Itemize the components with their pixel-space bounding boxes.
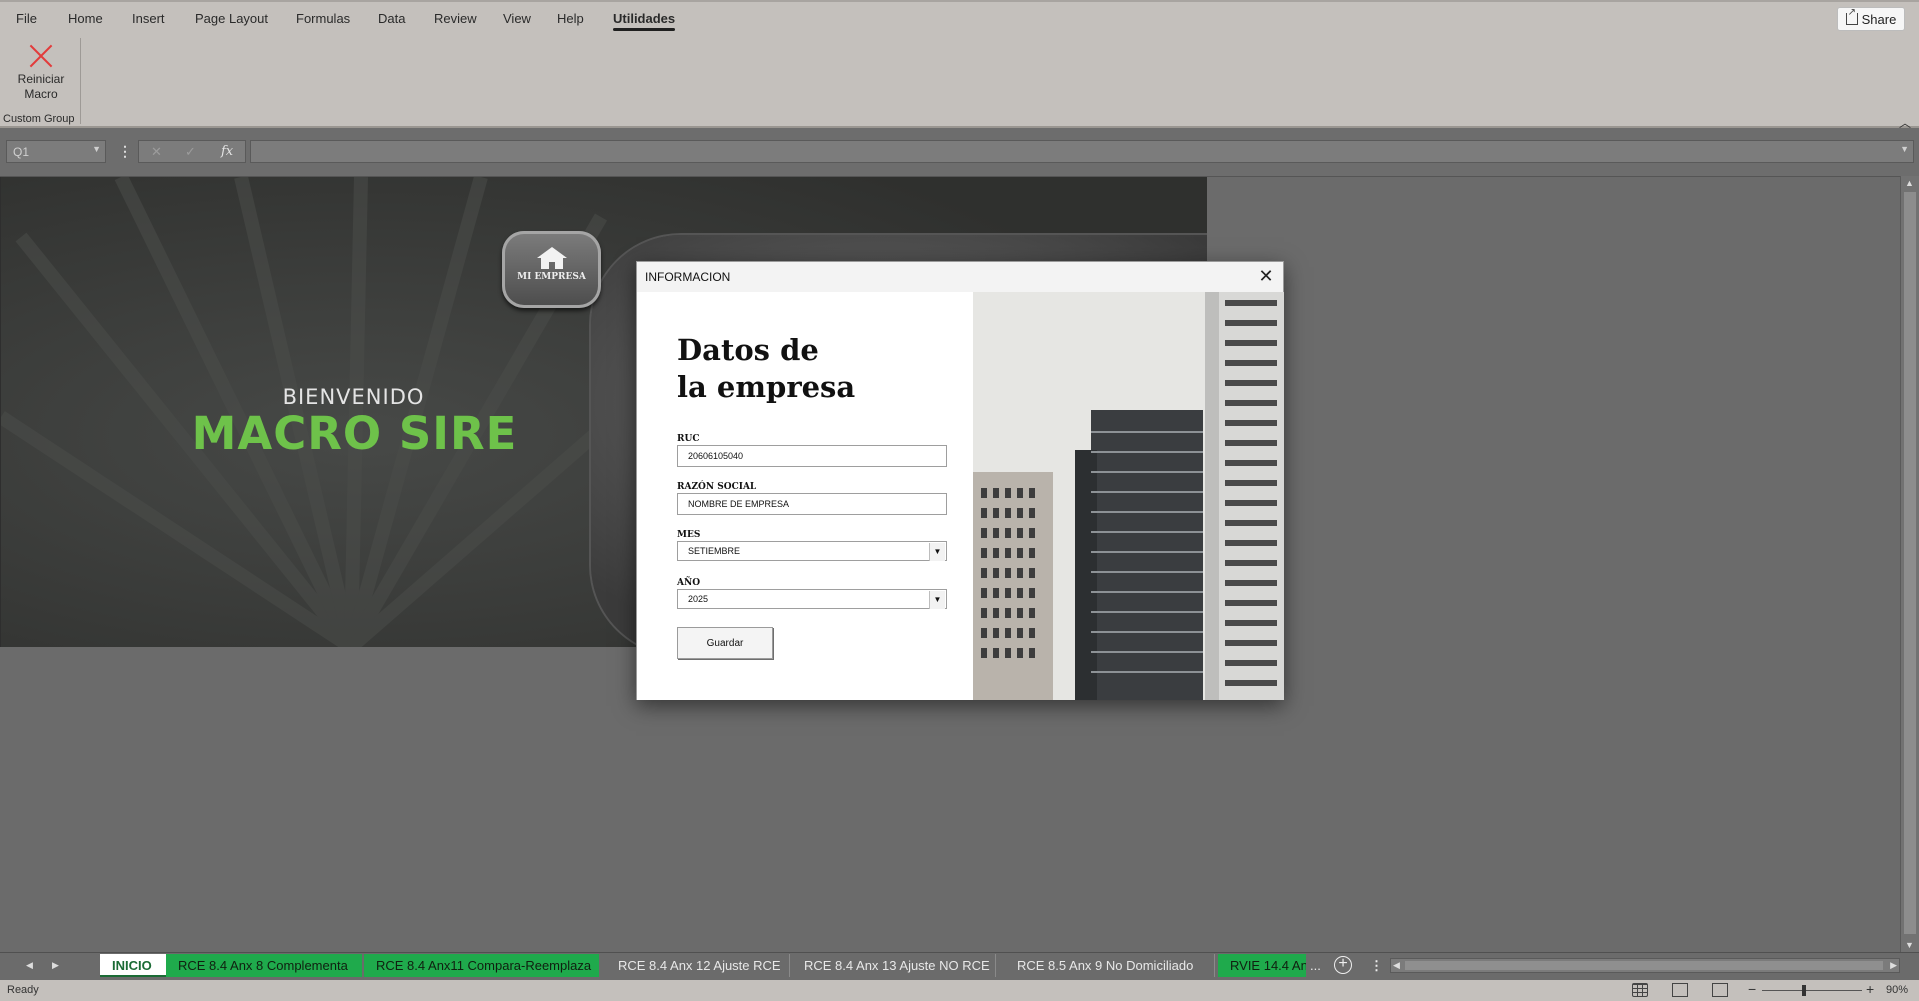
dialog-title: INFORMACION <box>645 270 731 284</box>
zoom-slider-thumb[interactable] <box>1802 985 1806 996</box>
page-break-view-icon[interactable] <box>1712 983 1728 997</box>
sheet-tab-rce-anx8[interactable]: RCE 8.4 Anx 8 Complementa <box>166 954 362 977</box>
dialog-titlebar[interactable]: INFORMACION ✕ <box>637 262 1283 292</box>
tab-review[interactable]: Review <box>434 11 477 26</box>
anio-label: AÑO <box>677 578 701 588</box>
tab-home[interactable]: Home <box>68 11 103 26</box>
sheet-tab-rce-anx13[interactable]: RCE 8.4 Anx 13 Ajuste NO RCE <box>792 954 996 977</box>
page-layout-view-icon[interactable] <box>1672 983 1688 997</box>
share-button[interactable]: Share <box>1837 7 1905 31</box>
heading-line-1: Datos de <box>677 333 819 367</box>
zoom-in-icon[interactable]: + <box>1866 981 1874 997</box>
close-x-icon <box>26 40 56 70</box>
scroll-right-icon[interactable]: ▶ <box>1890 960 1897 971</box>
zoom-out-icon[interactable]: − <box>1748 981 1756 997</box>
tab-options-icon[interactable]: ⋮ <box>1370 958 1383 974</box>
insert-function-icon[interactable]: fx <box>221 144 233 159</box>
razon-social-label: RAZÓN SOCIAL <box>677 482 757 492</box>
mes-value: SETIEMBRE <box>688 546 741 556</box>
name-box-value: Q1 <box>13 145 30 159</box>
mi-empresa-button[interactable]: MI EMPRESA <box>502 231 601 308</box>
mes-label: MES <box>677 530 701 540</box>
status-bar: Ready − + 90% <box>0 980 1919 1001</box>
custom-group-label: Custom Group <box>3 113 75 125</box>
reiniciar-macro-button[interactable]: Reiniciar Macro <box>6 40 76 110</box>
ruc-field[interactable]: 20606105040 <box>677 445 947 467</box>
formula-input[interactable]: ▼ <box>250 140 1914 163</box>
scroll-left-icon[interactable]: ◀ <box>1393 960 1400 971</box>
form-pane: Datos de la empresa RUC 20606105040 RAZÓ… <box>637 292 973 700</box>
sheet-tab-rce-anx12[interactable]: RCE 8.4 Anx 12 Ajuste RCE <box>606 954 790 977</box>
ribbon-tab-bar: File Home Insert Page Layout Formulas Da… <box>0 0 1919 34</box>
guardar-button[interactable]: Guardar <box>677 627 773 659</box>
anio-value: 2025 <box>688 594 709 604</box>
group-separator <box>80 38 81 124</box>
more-sheets-ellipsis[interactable]: ... <box>1310 958 1321 973</box>
name-box[interactable]: Q1 ▼ <box>6 140 106 163</box>
sheet-tab-rvie[interactable]: RVIE 14.4 An <box>1218 954 1306 977</box>
welcome-text: BIENVENIDO <box>282 385 425 409</box>
reiniciar-label-2: Macro <box>24 87 58 101</box>
reiniciar-label-1: Reiniciar <box>17 72 65 86</box>
tab-file[interactable]: File <box>16 11 37 26</box>
sheet-tab-rce-8-5-anx9[interactable]: RCE 8.5 Anx 9 No Domiciliado <box>1005 954 1215 977</box>
tab-page-layout[interactable]: Page Layout <box>195 11 268 26</box>
razon-social-value: NOMBRE DE EMPRESA <box>688 499 790 509</box>
vertical-scrollbar[interactable]: ▲ ▼ <box>1900 176 1919 952</box>
scroll-tabs-left-icon[interactable]: ◀ <box>26 960 33 971</box>
formula-buttons: ✕ ✓ fx <box>138 140 246 163</box>
tab-data[interactable]: Data <box>378 11 405 26</box>
share-label: Share <box>1861 11 1897 27</box>
tab-formulas[interactable]: Formulas <box>296 11 350 26</box>
hscroll-thumb[interactable] <box>1405 961 1883 970</box>
zoom-level[interactable]: 90% <box>1886 984 1908 996</box>
ruc-label: RUC <box>677 434 700 444</box>
mes-select[interactable]: SETIEMBRE ▼ <box>677 541 947 561</box>
sheet-tab-inicio[interactable]: INICIO <box>100 954 166 977</box>
scroll-thumb[interactable] <box>1904 192 1916 934</box>
ribbon-body: Reiniciar Macro Custom Group ︿ <box>0 34 1919 130</box>
tab-help[interactable]: Help <box>557 11 584 26</box>
chevron-down-icon[interactable]: ▼ <box>92 144 101 154</box>
enter-check-icon[interactable]: ✓ <box>185 144 196 160</box>
horizontal-scrollbar[interactable]: ◀ ▶ <box>1390 958 1900 973</box>
normal-view-icon[interactable] <box>1632 983 1648 997</box>
scroll-up-icon[interactable]: ▲ <box>1905 178 1914 188</box>
anio-select[interactable]: 2025 ▼ <box>677 589 947 609</box>
informacion-dialog: INFORMACION ✕ Datos de la empresa RUC 20… <box>636 261 1284 700</box>
close-icon[interactable]: ✕ <box>1255 266 1277 288</box>
tab-view[interactable]: View <box>503 11 531 26</box>
scroll-tabs-right-icon[interactable]: ▶ <box>52 960 59 971</box>
tab-insert[interactable]: Insert <box>132 11 165 26</box>
chevron-down-icon[interactable]: ▼ <box>929 591 945 609</box>
tab-utilidades[interactable]: Utilidades <box>613 11 676 31</box>
home-icon <box>536 247 567 269</box>
buildings-photo <box>973 292 1284 700</box>
buildings-image <box>973 292 1284 700</box>
share-icon <box>1845 7 1858 25</box>
sheet-tab-bar: ◀ ▶ INICIO RCE 8.4 Anx 8 Complementa RCE… <box>0 952 1919 980</box>
status-ready: Ready <box>7 984 39 996</box>
sheet-tab-rce-anx11[interactable]: RCE 8.4 Anx11 Compara-Reemplaza <box>364 954 599 977</box>
guardar-label: Guardar <box>706 637 744 649</box>
form-heading: Datos de la empresa <box>677 332 937 406</box>
ruc-value: 20606105040 <box>688 451 744 461</box>
zoom-slider-track[interactable] <box>1762 990 1862 991</box>
more-options-icon[interactable]: ⋮ <box>118 143 132 160</box>
macro-sire-title: MACRO SIRE <box>191 407 518 460</box>
cancel-icon[interactable]: ✕ <box>151 144 162 160</box>
expand-formula-bar-icon[interactable]: ▼ <box>1900 144 1909 154</box>
formula-bar: Q1 ▼ ⋮ ✕ ✓ fx ▼ <box>0 128 1919 176</box>
add-sheet-icon[interactable]: + <box>1334 956 1352 974</box>
mi-empresa-label: MI EMPRESA <box>517 272 586 282</box>
razon-social-field[interactable]: NOMBRE DE EMPRESA <box>677 493 947 515</box>
heading-line-2: la empresa <box>677 370 856 404</box>
chevron-down-icon[interactable]: ▼ <box>929 543 945 561</box>
scroll-down-icon[interactable]: ▼ <box>1905 940 1914 950</box>
